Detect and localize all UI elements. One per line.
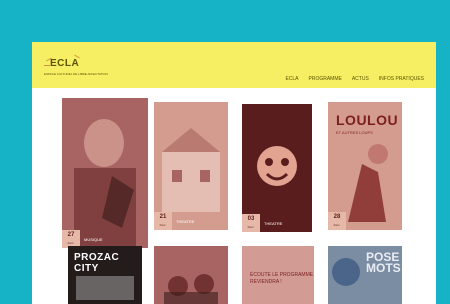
date-month: Févr. bbox=[247, 225, 255, 229]
date-month: Févr. bbox=[159, 223, 167, 227]
date-month: Févr. bbox=[333, 223, 341, 227]
poster-text: ÉCOUTE LE PROGRAMME REVIENDRA ! bbox=[250, 272, 314, 285]
house-image bbox=[162, 128, 220, 212]
poster-title: PROZAC CITY bbox=[74, 252, 120, 274]
poster-title: POSE MOTS bbox=[366, 250, 401, 275]
event-card[interactable]: ÉCOUTE LE PROGRAMME REVIENDRA ! bbox=[242, 246, 314, 304]
brand-tagline: ESPACE CULTUREL DE LIBRE AFFECTATION bbox=[44, 72, 108, 76]
poster-subtitle: ET AUTRES LOUPS bbox=[336, 130, 373, 135]
event-card[interactable] bbox=[154, 246, 228, 304]
tiger-icon bbox=[257, 146, 297, 186]
header-bar: ECLA ESPACE CULTUREL DE LIBRE AFFECTATIO… bbox=[32, 42, 436, 88]
event-label: THEATRE bbox=[264, 221, 283, 226]
portrait-image bbox=[74, 119, 136, 248]
event-label: THEATRE bbox=[176, 219, 195, 224]
event-card[interactable]: PROZAC CITY bbox=[68, 246, 142, 304]
nav-item-ecla[interactable]: ECLA bbox=[285, 76, 298, 82]
date-day: 03 bbox=[247, 216, 255, 222]
event-card[interactable]: 27 Févr. MUSIQUE bbox=[62, 98, 148, 248]
musicians-image bbox=[164, 274, 218, 304]
date-day: 21 bbox=[159, 214, 167, 220]
date-badge: 21 Févr. bbox=[154, 212, 172, 230]
event-label: MUSIQUE bbox=[84, 237, 103, 242]
nav-item-actus[interactable]: ACTUS bbox=[352, 76, 369, 82]
main-nav: ECLA PROGRAMME ACTUS INFOS PRATIQUES bbox=[285, 76, 424, 82]
poster-title: LOULOU bbox=[336, 112, 399, 128]
event-card[interactable]: 21 Févr. THEATRE bbox=[154, 102, 228, 230]
nav-item-programme[interactable]: PROGRAMME bbox=[309, 76, 342, 82]
event-card[interactable]: 03 Févr. THEATRE bbox=[242, 104, 312, 232]
date-badge: 03 Févr. bbox=[242, 214, 260, 232]
date-badge: 28 Févr. bbox=[328, 212, 346, 230]
event-card[interactable]: LOULOU ET AUTRES LOUPS 28 Févr. bbox=[328, 102, 402, 230]
event-grid: 27 Févr. MUSIQUE 21 Févr. THEATRE 03 Fév… bbox=[62, 98, 406, 304]
sun-ray-icon bbox=[44, 65, 50, 66]
date-day: 27 bbox=[67, 232, 75, 238]
event-card[interactable]: POSE MOTS bbox=[328, 246, 402, 304]
date-day: 28 bbox=[333, 214, 341, 220]
nav-item-infos[interactable]: INFOS PRATIQUES bbox=[379, 76, 424, 82]
logo[interactable]: ECLA ESPACE CULTUREL DE LIBRE AFFECTATIO… bbox=[44, 52, 114, 84]
page-window: ECLA ESPACE CULTUREL DE LIBRE AFFECTATIO… bbox=[32, 42, 436, 304]
brand-name: ECLA bbox=[50, 58, 80, 69]
